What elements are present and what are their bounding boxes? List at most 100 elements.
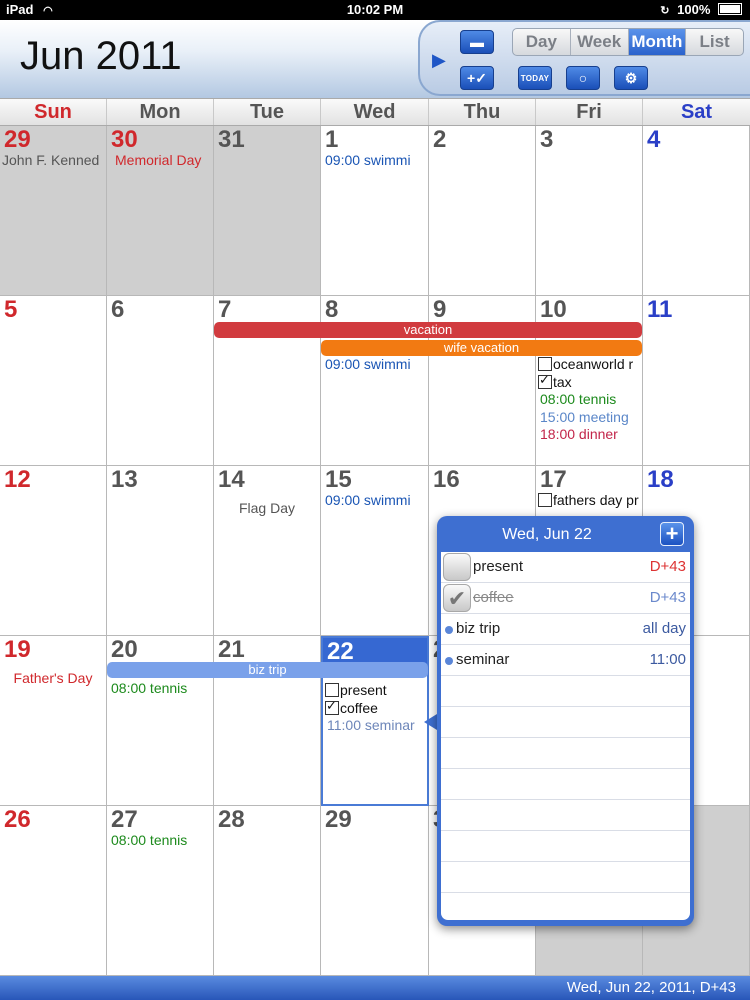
popover-todo-row[interactable]: ✔ coffee D+43	[441, 583, 690, 614]
tab-list[interactable]: List	[686, 29, 743, 55]
multi-day-event-bar[interactable]: wife vacation	[321, 340, 642, 356]
multi-day-event-bar[interactable]: biz trip	[107, 662, 428, 678]
popover-empty-row	[441, 707, 690, 738]
day-number: 13	[111, 466, 138, 493]
today-button[interactable]: TODAY	[518, 66, 552, 90]
event-title: 08:00 tennis	[111, 832, 188, 848]
add-event-button[interactable]: +	[660, 522, 684, 546]
day-number: 18	[647, 466, 674, 493]
event-title: 15:00 meeting	[540, 408, 629, 425]
weekday-fri: Fri	[536, 99, 643, 125]
day-number: 21	[218, 636, 245, 663]
tab-month[interactable]: Month	[628, 29, 687, 55]
event-item[interactable]: 11:00 seminar	[327, 717, 415, 733]
day-number: 5	[4, 296, 18, 323]
settings-icon[interactable]: ⚙	[614, 66, 648, 90]
checkbox-icon[interactable]	[538, 357, 552, 371]
tab-day[interactable]: Day	[513, 29, 571, 55]
battery-icon	[718, 3, 742, 15]
popover-event-row[interactable]: seminar 11:00	[441, 645, 690, 676]
day-number: 28	[218, 806, 245, 833]
day-number: 3	[540, 126, 554, 153]
day-number: 4	[647, 126, 661, 153]
checkbox-icon[interactable]	[325, 683, 339, 697]
todo-item[interactable]: coffee	[325, 698, 378, 716]
todo-item[interactable]: fathers day pr	[538, 492, 639, 508]
event-title: fathers day pr	[553, 492, 639, 508]
event-item[interactable]: 18:00 dinner	[540, 426, 618, 442]
popover-empty-row	[441, 676, 690, 707]
weekday-mon: Mon	[107, 99, 214, 125]
popover-item-title: biz trip	[456, 620, 501, 637]
day-cell-tue[interactable]: 28	[214, 806, 321, 976]
popover-empty-row	[441, 769, 690, 800]
search-icon[interactable]: ○	[566, 66, 600, 90]
day-number: 27	[111, 806, 138, 833]
event-item[interactable]: 15:00 meeting	[540, 409, 629, 425]
day-popover: Wed, Jun 22 + present D+43 ✔ coffee D+43 biz …	[437, 516, 694, 926]
weekday-header: Sun Mon Tue Wed Thu Fri Sat	[0, 98, 750, 126]
event-title: 09:00 swimmi	[325, 492, 411, 508]
day-cell-sat[interactable]: 4	[643, 126, 750, 296]
holiday-label: Father's Day	[13, 670, 93, 686]
day-number: 29	[4, 126, 31, 153]
popover-item-meta: D+43	[649, 558, 686, 575]
event-item[interactable]: 09:00 swimmi	[325, 356, 411, 372]
tab-week[interactable]: Week	[571, 29, 629, 55]
day-number: 31	[218, 126, 245, 153]
event-dot-icon	[445, 657, 453, 665]
popover-event-row[interactable]: biz trip all day	[441, 614, 690, 645]
day-number: 9	[433, 296, 447, 323]
day-number: 16	[433, 466, 460, 493]
folder-icon[interactable]: ▬	[460, 30, 494, 54]
event-item[interactable]: 08:00 tennis	[540, 391, 616, 407]
day-number: 11	[647, 296, 673, 323]
checked-checkbox-icon[interactable]	[538, 372, 552, 389]
day-cell-wed[interactable]: 1 09:00 swimmi	[321, 126, 429, 296]
popover-item-title: seminar	[456, 651, 510, 668]
holiday-label: Memorial Day	[115, 152, 202, 168]
day-cell-sun[interactable]: 12	[0, 466, 107, 636]
day-cell-mon[interactable]: 13	[107, 466, 214, 636]
day-cell-sat[interactable]: 11	[643, 296, 750, 466]
event-item[interactable]: 09:00 swimmi	[325, 152, 411, 168]
day-number: 29	[325, 806, 352, 833]
event-title: present	[340, 682, 387, 698]
day-cell-wed[interactable]: 15 09:00 swimmi	[321, 466, 429, 636]
todo-item[interactable]: present	[325, 682, 387, 698]
checkbox-icon[interactable]	[538, 493, 552, 507]
day-cell-tue[interactable]: 14 Flag Day	[214, 466, 321, 636]
event-title: 11:00 seminar	[327, 717, 415, 733]
checkbox-icon[interactable]	[443, 553, 471, 581]
popover-todo-row[interactable]: present D+43	[441, 552, 690, 583]
event-item[interactable]: 08:00 tennis	[111, 832, 187, 848]
event-item[interactable]: 09:00 swimmi	[325, 492, 411, 508]
day-cell-sun[interactable]: 5	[0, 296, 107, 466]
day-cell-fri[interactable]: 3	[536, 126, 643, 296]
popover-item-meta: all day	[642, 620, 686, 637]
day-cell-sun[interactable]: 19 Father's Day	[0, 636, 107, 806]
checked-checkbox-icon[interactable]	[325, 698, 339, 715]
day-cell-sun[interactable]: 29 John F. Kenned	[0, 126, 107, 296]
event-item[interactable]: 08:00 tennis	[111, 680, 187, 696]
day-cell-sun[interactable]: 26	[0, 806, 107, 976]
weekday-sun: Sun	[0, 99, 107, 125]
day-cell-mon[interactable]: 27 08:00 tennis	[107, 806, 214, 976]
add-todo-button[interactable]: +✓	[460, 66, 494, 90]
event-title: tax	[553, 373, 572, 390]
day-number: 17	[540, 466, 567, 493]
checked-checkbox-icon[interactable]: ✔	[443, 584, 471, 612]
play-icon[interactable]: ▶	[432, 50, 446, 71]
todo-item[interactable]: tax	[538, 372, 572, 390]
popover-list: present D+43 ✔ coffee D+43 biz trip all day sem…	[441, 552, 690, 920]
day-cell-mon[interactable]: 30 Memorial Day	[107, 126, 214, 296]
day-cell-mon[interactable]: 6	[107, 296, 214, 466]
day-cell-wed[interactable]: 29	[321, 806, 429, 976]
day-cell-tue[interactable]: 31	[214, 126, 321, 296]
popover-item-meta: 11:00	[649, 651, 686, 668]
day-number: 2	[433, 126, 447, 153]
multi-day-event-bar[interactable]: vacation	[214, 322, 642, 338]
day-cell-thu[interactable]: 2	[429, 126, 536, 296]
weekday-wed: Wed	[321, 99, 429, 125]
todo-item[interactable]: oceanworld r	[538, 356, 633, 372]
